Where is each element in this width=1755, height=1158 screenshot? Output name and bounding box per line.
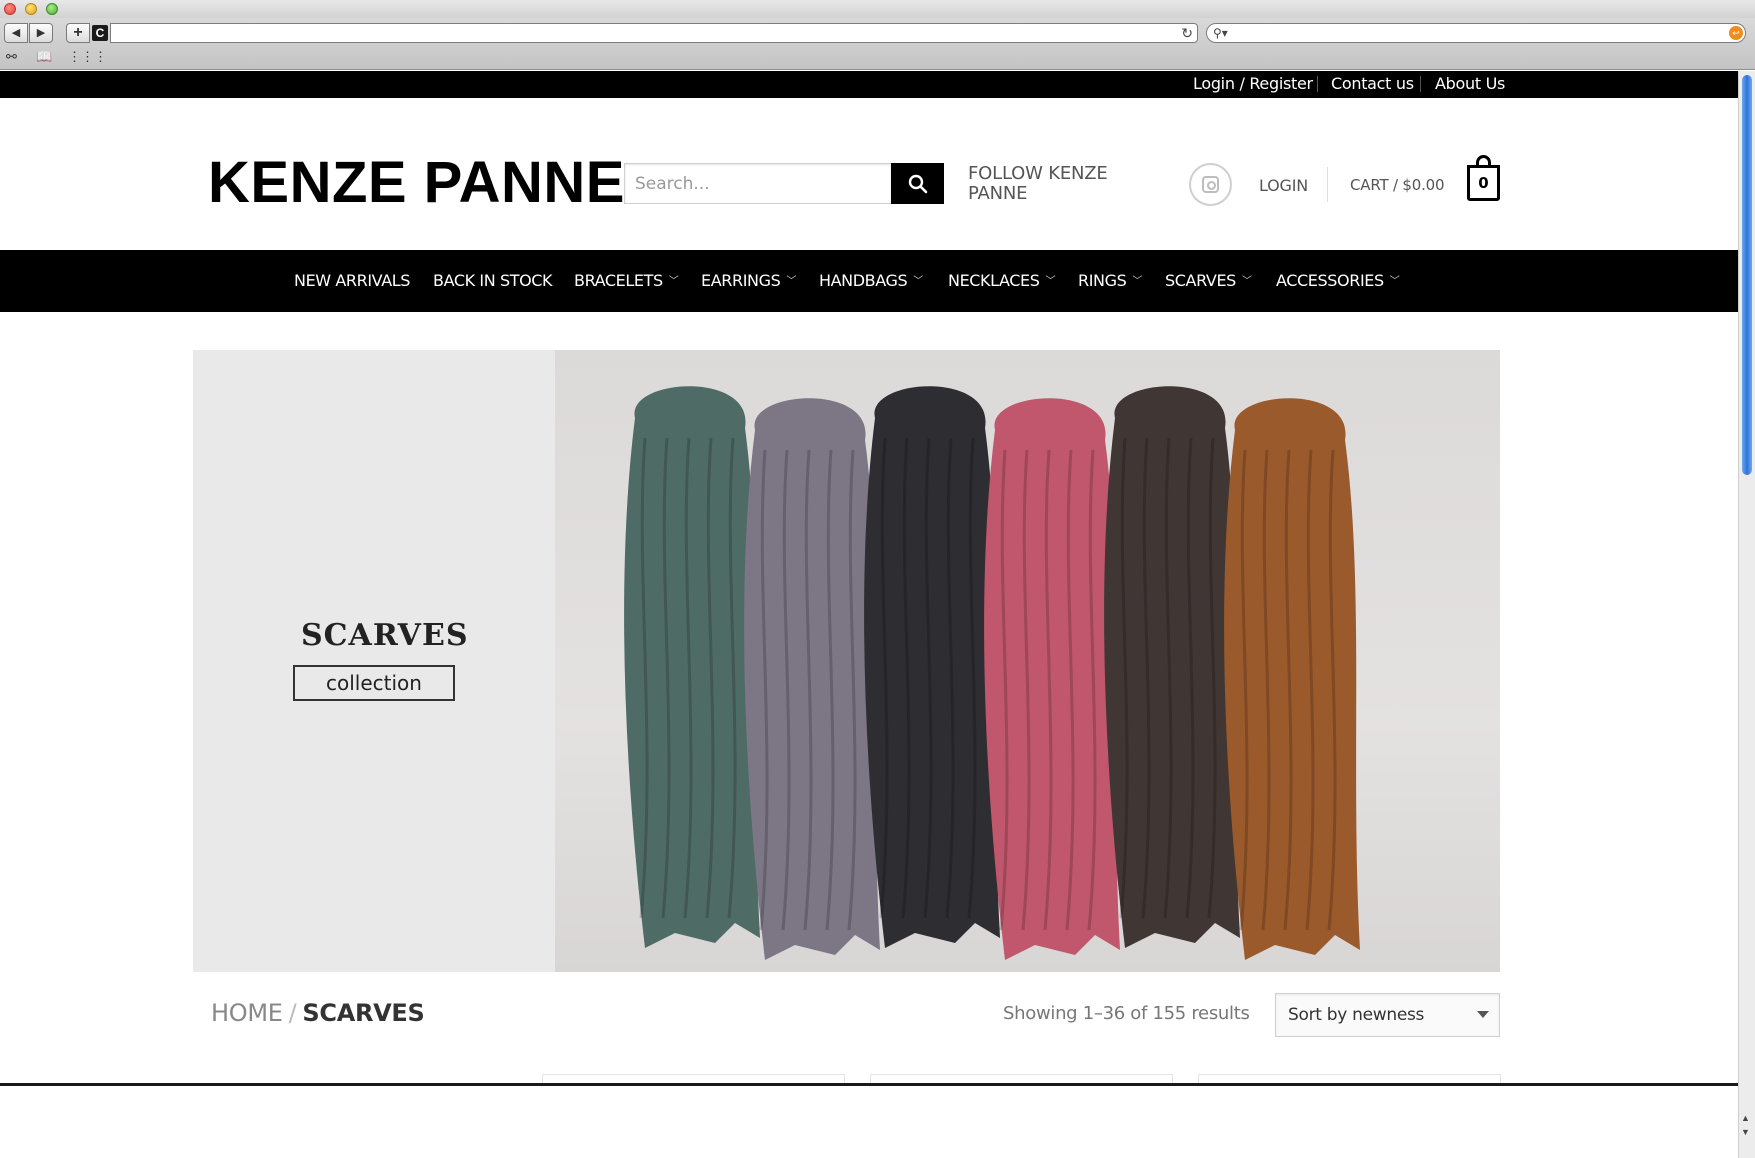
back-arrow-icon[interactable]: ◀ [4,23,28,43]
breadcrumb-separator: / [288,999,297,1027]
divider [1327,167,1328,202]
nav-item-rings[interactable]: RINGS ﹀ [1078,271,1142,290]
window-titlebar [0,0,1755,18]
site-logo[interactable]: KENZE PANNE [208,149,625,216]
top-utility-bar: Login / Register Contact us About Us [0,71,1738,98]
main-navigation: NEW ARRIVALS BACK IN STOCK BRACELETS ﹀ EA… [0,250,1738,312]
nav-item-earrings[interactable]: EARRINGS ﹀ [701,271,796,290]
product-card[interactable] [542,1074,845,1083]
nav-label: ACCESSORIES [1276,271,1384,290]
follow-line-2: PANNE [968,183,1028,204]
nav-label: BACK IN STOCK [433,271,553,290]
instagram-icon [1202,176,1219,193]
search-icon [908,174,928,194]
nav-label: HANDBAGS [819,271,908,290]
page-scrollbar[interactable]: ▲ ▼ [1738,71,1755,1158]
nav-item-accessories[interactable]: ACCESSORIES ﹀ [1276,271,1400,290]
nav-item-bracelets[interactable]: BRACELETS ﹀ [574,271,679,290]
chevron-down-icon: ﹀ [1389,276,1400,287]
forward-arrow-icon[interactable]: ▶ [29,23,53,43]
cart-count-badge[interactable]: 0 [1467,165,1500,201]
nav-item-back-in-stock[interactable]: BACK IN STOCK [433,271,553,290]
magnifier-icon: ⚲▾ [1213,26,1228,40]
nav-label: SCARVES [1165,271,1236,290]
sort-select[interactable]: Sort by newness [1275,993,1500,1037]
chevron-down-icon: ﹀ [1241,276,1252,287]
nav-item-necklaces[interactable]: NECKLACES ﹀ [948,271,1056,290]
divider [1317,76,1318,92]
nav-item-new-arrivals[interactable]: NEW ARRIVALS [294,271,410,290]
scarves-illustration [624,386,1360,960]
address-bar[interactable]: ↻ [110,23,1198,43]
plus-icon[interactable]: + [66,23,90,43]
nav-label: BRACELETS [574,271,663,290]
login-register-link[interactable]: Login / Register [1193,74,1313,93]
top-sites-grid-icon[interactable]: ⋮⋮⋮ [68,49,107,65]
nav-item-scarves[interactable]: SCARVES ﹀ [1165,271,1252,290]
sort-selected-value: Sort by newness [1288,1005,1425,1025]
nav-label: NECKLACES [948,271,1040,290]
product-card[interactable] [1198,1074,1501,1083]
breadcrumb-home-link[interactable]: HOME [211,999,283,1027]
scarves-photo [555,350,1500,972]
divider [1420,76,1421,92]
banner-subtitle: collection [293,665,455,701]
nav-label: NEW ARRIVALS [294,271,411,290]
result-count: Showing 1–36 of 155 results [1003,1003,1250,1024]
scrollbar-thumb[interactable] [1742,75,1752,475]
site-favicon-icon: C [92,25,108,41]
reload-icon[interactable]: ↻ [1181,24,1193,42]
close-window-button[interactable] [4,3,16,15]
chevron-down-icon: ﹀ [668,276,679,287]
chevron-down-icon: ﹀ [786,276,796,287]
search-input[interactable] [624,163,892,204]
page-viewport: Login / Register Contact us About Us KEN… [0,71,1738,1083]
scroll-up-arrow-icon[interactable]: ▲ [1741,1113,1750,1123]
category-banner: SCARVES collection [193,350,1500,972]
zoom-window-button[interactable] [46,3,58,15]
site-search [624,163,944,204]
bookmarks-book-icon[interactable]: 📖 [36,49,52,65]
chevron-down-icon: ﹀ [1045,276,1056,287]
caret-down-icon [1477,1011,1489,1018]
contact-us-link[interactable]: Contact us [1331,74,1414,93]
minimize-window-button[interactable] [25,3,37,15]
banner-title: SCARVES [301,618,469,653]
about-us-link[interactable]: About Us [1435,74,1505,93]
chevron-down-icon: ﹀ [913,276,923,287]
nav-label: RINGS [1078,271,1127,290]
browser-toolbar: ◀ ▶ + C ↻ ⚲▾ ↩ ⚯ 📖 ⋮⋮⋮ [0,18,1755,70]
chevron-down-icon: ﹀ [1132,276,1142,287]
login-link[interactable]: LOGIN [1259,176,1308,195]
product-card[interactable] [870,1074,1173,1083]
follow-heading: FOLLOW KENZE PANNE [968,164,1138,204]
search-submit-button[interactable] [891,163,944,204]
breadcrumb-current: SCARVES [302,999,425,1027]
scroll-down-arrow-icon[interactable]: ▼ [1741,1127,1750,1137]
nav-item-handbags[interactable]: HANDBAGS ﹀ [819,271,923,290]
window-lower-area [0,1083,1738,1158]
breadcrumb: HOME / SCARVES [211,999,425,1027]
nav-label: EARRINGS [701,271,781,290]
browser-search-field[interactable]: ⚲▾ ↩ [1206,23,1746,43]
cart-link[interactable]: CART / $0.00 [1350,176,1445,194]
search-go-icon[interactable]: ↩ [1729,26,1743,40]
follow-line-1: FOLLOW KENZE [968,163,1108,184]
reading-list-icon[interactable]: ⚯ [6,49,17,65]
instagram-button[interactable] [1189,163,1232,206]
